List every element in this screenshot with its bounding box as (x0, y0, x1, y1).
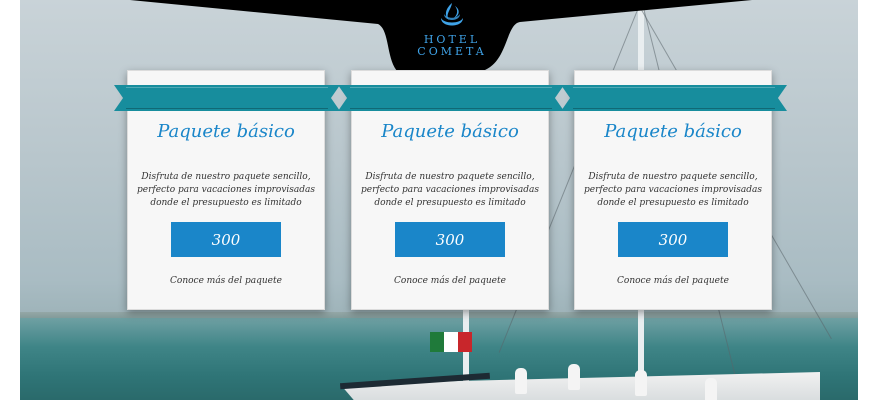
package-description: Disfruta de nuestro paquete sencillo, pe… (360, 172, 540, 208)
mexico-flag (430, 332, 472, 352)
package-card: Paquete básico Disfruta de nuestro paque… (114, 70, 340, 310)
person (515, 368, 527, 394)
card-ribbon (114, 85, 340, 111)
package-details-link[interactable]: Conoce más del paquete (128, 276, 324, 286)
price-button[interactable]: 300 (618, 222, 728, 257)
price-button[interactable]: 300 (395, 222, 505, 257)
flag-stripe-white (444, 332, 458, 352)
package-details-link[interactable]: Conoce más del paquete (352, 276, 548, 286)
flag-stripe-green (430, 332, 444, 352)
person (705, 378, 717, 400)
card-ribbon (338, 85, 564, 111)
card-ribbon (561, 85, 787, 111)
package-title: Paquete básico (157, 121, 295, 142)
package-card: Paquete básico Disfruta de nuestro paque… (561, 70, 787, 310)
flag-stripe-red (458, 332, 472, 352)
person (635, 370, 647, 396)
package-card: Paquete básico Disfruta de nuestro paque… (338, 70, 564, 310)
price-button[interactable]: 300 (171, 222, 281, 257)
package-title: Paquete básico (381, 121, 519, 142)
person (568, 364, 580, 390)
package-details-link[interactable]: Conoce más del paquete (575, 276, 771, 286)
package-description: Disfruta de nuestro paquete sencillo, pe… (136, 172, 316, 208)
hotel-logo[interactable]: HOTEL COMETA (392, 0, 512, 70)
hotel-name-line2: COMETA (417, 45, 487, 58)
package-description: Disfruta de nuestro paquete sencillo, pe… (583, 172, 763, 208)
flame-swirl-icon (441, 3, 463, 26)
package-title: Paquete básico (604, 121, 742, 142)
